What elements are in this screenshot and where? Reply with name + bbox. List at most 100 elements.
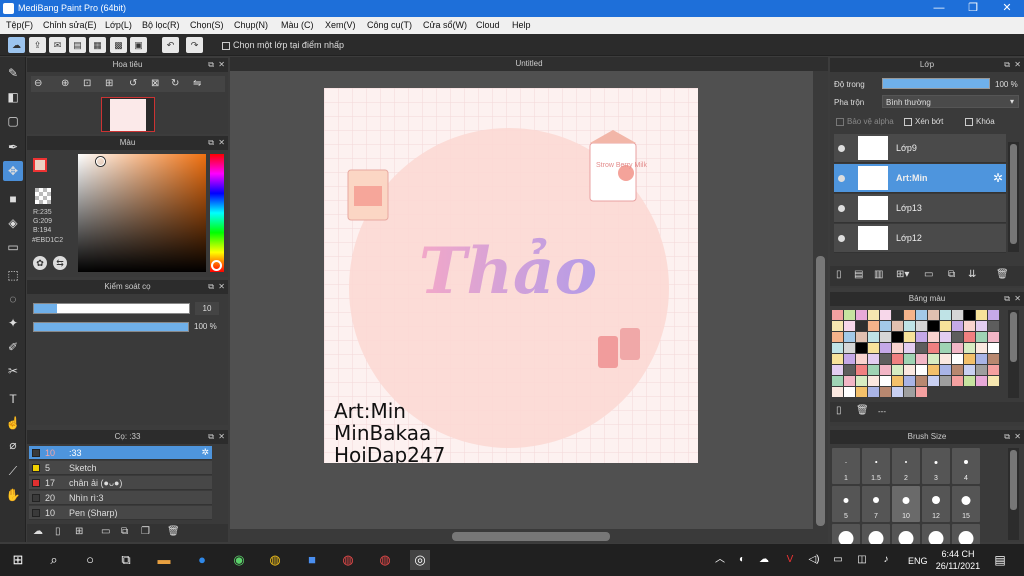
palette-swatch[interactable]	[976, 343, 987, 353]
palette-swatch[interactable]	[976, 354, 987, 364]
float-icon[interactable]: ⧉	[1004, 58, 1010, 72]
palette-swatch[interactable]	[832, 354, 843, 364]
palette-swatch[interactable]	[952, 365, 963, 375]
transparent-swatch[interactable]	[35, 188, 51, 204]
vivaldi-icon[interactable]: V	[780, 550, 800, 570]
layer-scrollbar[interactable]	[1008, 142, 1019, 252]
menu-tools[interactable]: Công cụ(T)	[367, 20, 412, 30]
palette-swatch[interactable]	[844, 321, 855, 331]
brush-size-cell[interactable]: 2	[892, 448, 920, 484]
add-brush-icon[interactable]: ⊞	[75, 526, 83, 537]
close-icon[interactable]: ✕	[218, 280, 225, 294]
palette-swatch[interactable]	[868, 387, 879, 397]
layer-item[interactable]: Art:Min ✲	[834, 164, 1006, 193]
merge-down-icon[interactable]: ⇊	[968, 269, 976, 280]
menu-select[interactable]: Chọn(S)	[190, 20, 224, 30]
page-icon[interactable]: ▤	[69, 37, 86, 53]
menu-view[interactable]: Xem(V)	[325, 20, 356, 30]
grid-icon[interactable]: ▩	[110, 37, 127, 53]
gear-icon[interactable]: ✲	[993, 171, 1003, 185]
palette-swatch[interactable]	[916, 343, 927, 353]
palette-swatch[interactable]	[868, 321, 879, 331]
actual-size-icon[interactable]: ⊞	[105, 78, 113, 89]
notification-icon[interactable]: ▤	[990, 550, 1010, 570]
visibility-icon[interactable]	[838, 205, 845, 212]
pen-tool-icon[interactable]: ✒	[3, 137, 23, 157]
palette-swatch[interactable]	[928, 343, 939, 353]
palette-scroll-thumb[interactable]	[1010, 312, 1017, 362]
zalo-icon[interactable]: ●	[192, 550, 212, 570]
copy-icon[interactable]: ❐	[141, 526, 150, 537]
palette-swatch[interactable]	[988, 321, 999, 331]
brush-list-item[interactable]: 20 Nhìn rì:3	[29, 491, 212, 505]
select-layer-checkbox[interactable]	[222, 41, 230, 50]
palette-swatch[interactable]	[964, 343, 975, 353]
brush-tool-icon[interactable]: ✎	[3, 63, 23, 83]
layer-item[interactable]: Lớp9	[834, 134, 1006, 163]
palette-scrollbar[interactable]	[1008, 310, 1019, 398]
float-icon[interactable]: ⧉	[208, 58, 214, 72]
vertical-scrollbar[interactable]	[813, 71, 828, 543]
redo-icon[interactable]: ↷	[186, 37, 203, 53]
layer-scroll-thumb[interactable]	[1010, 144, 1017, 244]
tiles-icon[interactable]: ▣	[130, 37, 147, 53]
palette-swatch[interactable]	[832, 376, 843, 386]
palette-swatch[interactable]	[868, 354, 879, 364]
palette-swatch[interactable]	[964, 332, 975, 342]
palette-swatch[interactable]	[976, 321, 987, 331]
close-icon[interactable]: ✕	[1014, 292, 1021, 306]
palette-swatch[interactable]	[844, 310, 855, 320]
new-palette-icon[interactable]: ▯	[836, 405, 842, 416]
chrome-profile-icon[interactable]: ◍	[338, 550, 358, 570]
palette-swatch[interactable]	[952, 332, 963, 342]
drawing-canvas[interactable]: Strow Berry Milk Thảo Art:Min MinBakaa H…	[324, 88, 698, 463]
search-icon[interactable]: ⌕	[44, 550, 64, 570]
brush-size-value[interactable]: 10	[195, 302, 219, 315]
palette-swatch[interactable]	[904, 376, 915, 386]
protect-alpha-checkbox[interactable]	[836, 117, 844, 126]
palette-swatch[interactable]	[856, 354, 867, 364]
clip-checkbox[interactable]	[904, 117, 912, 126]
undo-icon[interactable]: ↶	[162, 37, 179, 53]
brush-list-item[interactable]: 10 Pen (Sharp)	[29, 506, 212, 520]
palette-swatch[interactable]	[976, 332, 987, 342]
palette-swatch[interactable]	[892, 310, 903, 320]
blend-mode-select[interactable]: Bình thường ▾	[882, 95, 1019, 108]
lock-checkbox[interactable]	[965, 117, 973, 126]
size-scroll-thumb[interactable]	[1010, 450, 1017, 510]
zoom-out-icon[interactable]: ⊖	[34, 78, 42, 89]
palette-swatch[interactable]	[952, 343, 963, 353]
palette-swatch[interactable]	[928, 332, 939, 342]
palette-swatch[interactable]	[928, 354, 939, 364]
cloud-brush-icon[interactable]: ☁	[33, 526, 43, 537]
palette-swatch[interactable]	[964, 376, 975, 386]
palette-swatch[interactable]	[928, 365, 939, 375]
menu-edit[interactable]: Chỉnh sửa(E)	[43, 20, 97, 30]
palette-swatch[interactable]	[952, 321, 963, 331]
palette-swatch[interactable]	[988, 310, 999, 320]
chrome-profile-2-icon[interactable]: ◍	[375, 550, 395, 570]
operation-tool-icon[interactable]: ☝	[3, 413, 23, 433]
cloud-tray-icon[interactable]: ☁	[754, 550, 774, 570]
network-icon[interactable]: ◫	[852, 550, 872, 570]
close-icon[interactable]: ✕	[218, 58, 225, 72]
picker-cursor[interactable]	[96, 157, 105, 166]
new-1bit-layer-icon[interactable]: ▥	[874, 269, 883, 280]
brush-size-cell[interactable]: 12	[922, 486, 950, 522]
palette-swatch[interactable]	[940, 332, 951, 342]
palette-swatch[interactable]	[868, 376, 879, 386]
folder-icon[interactable]: ▭	[924, 269, 933, 280]
menu-cloud[interactable]: Cloud	[476, 20, 500, 30]
protect-alpha-option[interactable]: Bảo vệ alpha	[836, 117, 894, 126]
document-icon[interactable]: ▦	[89, 37, 106, 53]
chrome-icon[interactable]: ◍	[265, 550, 285, 570]
brush-size-cell[interactable]: 1.5	[862, 448, 890, 484]
fill-rect-tool-icon[interactable]: ■	[3, 189, 23, 209]
palette-swatch[interactable]	[892, 376, 903, 386]
lock-option[interactable]: Khóa	[965, 117, 995, 126]
palette-swatch[interactable]	[880, 343, 891, 353]
palette-swatch[interactable]	[916, 321, 927, 331]
palette-swatch[interactable]	[880, 354, 891, 364]
eyedropper-icon[interactable]: ⌀	[3, 435, 23, 455]
palette-swatch[interactable]	[940, 343, 951, 353]
